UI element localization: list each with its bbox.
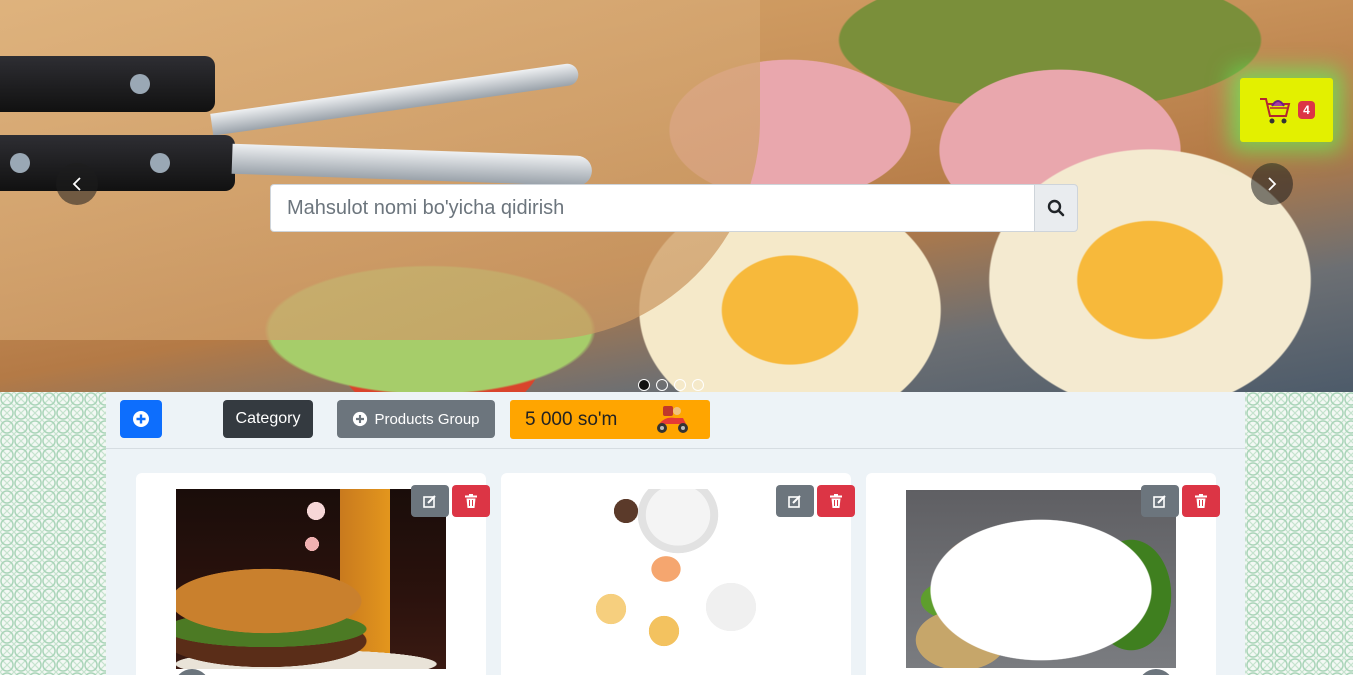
edit-icon [423, 495, 436, 508]
carousel-indicators [638, 379, 704, 391]
trash-icon [830, 494, 842, 508]
cart-count-badge: 4 [1298, 101, 1315, 119]
category-button[interactable]: Category [223, 400, 313, 438]
carousel-prev-button[interactable] [56, 163, 98, 205]
chevron-left-icon [72, 177, 81, 191]
delete-button[interactable] [1182, 485, 1220, 517]
products-group-button[interactable]: Products Group [337, 400, 495, 438]
cart-button[interactable]: 4 [1240, 78, 1333, 142]
trash-icon [1195, 494, 1207, 508]
edit-button[interactable] [1141, 485, 1179, 517]
product-card[interactable] [501, 473, 855, 675]
breakfast-flatlay-photo [556, 489, 796, 669]
search-bar [270, 184, 1078, 232]
card-badge [174, 669, 210, 675]
card-actions [411, 485, 490, 517]
hero-carousel [0, 0, 1353, 392]
chevron-right-icon [1268, 177, 1277, 191]
search-input[interactable] [270, 184, 1034, 232]
grilled-meat-photo [906, 490, 1176, 668]
delivery-price: 5 000 so'm [525, 408, 618, 430]
toolbar: Category Products Group 5 000 so'm [106, 392, 1245, 449]
edit-icon [788, 495, 801, 508]
card-actions [776, 485, 855, 517]
delete-button[interactable] [817, 485, 855, 517]
knife-handle-top [0, 56, 215, 112]
edit-icon [1153, 495, 1166, 508]
search-button[interactable] [1034, 184, 1078, 232]
carousel-indicator-2[interactable] [656, 379, 668, 391]
trash-icon [465, 494, 477, 508]
main-panel: Category Products Group 5 000 so'm [106, 392, 1245, 675]
edit-button[interactable] [411, 485, 449, 517]
delivery-scooter-icon [657, 406, 688, 433]
search-icon [1047, 199, 1065, 217]
plus-circle-icon [133, 411, 149, 427]
carousel-indicator-4[interactable] [692, 379, 704, 391]
product-card[interactable] [866, 473, 1220, 675]
product-card[interactable] [136, 473, 490, 675]
carousel-indicator-3[interactable] [674, 379, 686, 391]
carousel-indicator-1[interactable] [638, 379, 650, 391]
add-button[interactable] [120, 400, 162, 438]
card-badge [1138, 669, 1174, 675]
card-actions [1141, 485, 1220, 517]
knife-handle-bottom [0, 135, 235, 191]
shopping-cart-icon [1260, 98, 1291, 124]
edit-button[interactable] [776, 485, 814, 517]
products-group-label: Products Group [374, 410, 480, 428]
delivery-price-badge: 5 000 so'm [510, 400, 710, 439]
plus-circle-icon [353, 411, 368, 427]
carousel-next-button[interactable] [1251, 163, 1293, 205]
delete-button[interactable] [452, 485, 490, 517]
burger-and-beer-photo [176, 489, 446, 669]
